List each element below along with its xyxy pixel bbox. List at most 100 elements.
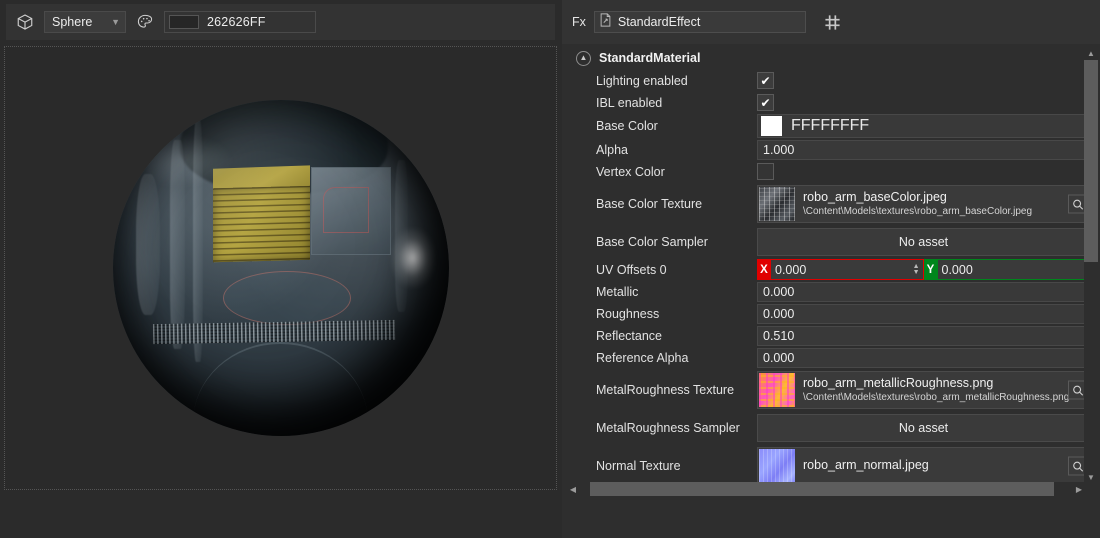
no-asset-slot[interactable]: No asset [757, 228, 1090, 256]
property-control: robo_arm_baseColor.jpeg\Content\Models\t… [757, 185, 1090, 223]
property-control: ✔ [757, 94, 1090, 111]
material-editor-window: Sphere ▼ 262626FF [0, 0, 1100, 538]
checkbox[interactable]: ✔ [757, 94, 774, 111]
horizontal-scrollbar[interactable]: ◀ ▶ [566, 482, 1086, 496]
numeric-field[interactable]: 0.510 [757, 326, 1090, 346]
palette-icon[interactable] [134, 11, 156, 33]
property-label: Reference Alpha [572, 351, 757, 365]
property-control: robo_arm_metallicRoughness.png\Content\M… [757, 371, 1090, 409]
vector-x-cell[interactable]: X0.000▲▼ [757, 259, 924, 280]
preview-sphere [113, 100, 449, 436]
property-control: ✔ [757, 72, 1090, 89]
cube-icon [14, 11, 36, 33]
vector-y-input[interactable]: 0.000 [938, 259, 1091, 280]
property-control: 0.000 [757, 282, 1090, 302]
numeric-field[interactable]: 1.000 [757, 140, 1090, 160]
property-label: MetalRoughness Sampler [572, 421, 757, 435]
chevron-up-icon[interactable]: ▲ [576, 51, 591, 66]
checkbox[interactable] [757, 163, 774, 180]
property-control: X0.000▲▼Y0.000 [757, 259, 1090, 280]
property-row: Reflectance0.510 [572, 325, 1090, 346]
asset-thumbnail [759, 449, 795, 483]
chevron-down-icon[interactable]: ▼ [1084, 470, 1098, 484]
property-row: Alpha1.000 [572, 139, 1090, 160]
chevron-left-icon[interactable]: ◀ [566, 482, 580, 496]
asset-path: \Content\Models\textures\robo_arm_baseCo… [803, 206, 1032, 219]
spinner-arrows-icon[interactable]: ▲▼ [913, 264, 920, 276]
material-group-header[interactable]: ▲ StandardMaterial [572, 46, 1090, 70]
property-label: Vertex Color [572, 165, 757, 179]
grid-icon[interactable] [822, 11, 844, 33]
3d-preview-viewport[interactable] [4, 46, 557, 490]
chevron-down-icon: ▼ [111, 18, 120, 27]
property-control: No asset [757, 228, 1090, 256]
asset-slot[interactable]: robo_arm_normal.jpeg [757, 447, 1090, 484]
property-control: 0.000 [757, 304, 1090, 324]
asset-name: robo_arm_metallicRoughness.png [803, 376, 1069, 392]
vector-y-cell[interactable]: Y0.000 [924, 259, 1091, 280]
property-label: Roughness [572, 307, 757, 321]
property-list[interactable]: ▲ StandardMaterial Lighting enabled✔IBL … [572, 46, 1090, 484]
property-row: UV Offsets 0X0.000▲▼Y0.000 [572, 259, 1090, 280]
property-control: robo_arm_normal.jpeg [757, 447, 1090, 484]
numeric-field[interactable]: 0.000 [757, 304, 1090, 324]
asset-name: robo_arm_baseColor.jpeg [803, 190, 1032, 206]
numeric-field[interactable]: 0.000 [757, 348, 1090, 368]
mesh-select[interactable]: Sphere ▼ [44, 11, 126, 33]
vertical-scroll-track[interactable] [1084, 60, 1098, 470]
property-label: IBL enabled [572, 96, 757, 110]
axis-y-badge: Y [924, 259, 938, 280]
checkbox[interactable]: ✔ [757, 72, 774, 89]
property-control: 0.000 [757, 348, 1090, 368]
property-label: Metallic [572, 285, 757, 299]
property-label: Normal Texture [572, 459, 757, 473]
asset-thumbnail [759, 187, 795, 221]
asset-name: robo_arm_normal.jpeg [803, 458, 929, 474]
vertical-scroll-thumb[interactable] [1084, 60, 1098, 262]
asset-thumbnail [759, 373, 795, 407]
property-row: Metallic0.000 [572, 281, 1090, 302]
property-label: MetalRoughness Texture [572, 383, 757, 397]
color-swatch[interactable] [761, 116, 782, 136]
property-label: Alpha [572, 143, 757, 157]
asset-path: \Content\Models\textures\robo_arm_metall… [803, 392, 1069, 405]
property-row: Base ColorFFFFFFFF [572, 114, 1090, 138]
property-row: Roughness0.000 [572, 303, 1090, 324]
background-color-hex: 262626FF [207, 15, 266, 29]
preview-pane: Sphere ▼ 262626FF [0, 0, 562, 538]
property-row: Base Color SamplerNo asset [572, 226, 1090, 258]
property-control: No asset [757, 414, 1090, 442]
property-control: 1.000 [757, 140, 1090, 160]
property-row: MetalRoughness SamplerNo asset [572, 412, 1090, 444]
property-label: Reflectance [572, 329, 757, 343]
viewport-toolbar: Sphere ▼ 262626FF [6, 4, 555, 40]
property-row: Lighting enabled✔ [572, 70, 1090, 91]
horizontal-scroll-thumb[interactable] [590, 482, 1054, 496]
vertical-scrollbar[interactable]: ▲ ▼ [1084, 46, 1098, 484]
property-row: Reference Alpha0.000 [572, 347, 1090, 368]
property-row: IBL enabled✔ [572, 92, 1090, 113]
property-row: Base Color Texturerobo_arm_baseColor.jpe… [572, 183, 1090, 225]
color-field[interactable]: FFFFFFFF [757, 114, 1090, 138]
chevron-right-icon[interactable]: ▶ [1072, 482, 1086, 496]
chevron-up-icon[interactable]: ▲ [1084, 46, 1098, 60]
vector-x-input[interactable]: 0.000 [771, 259, 924, 280]
vector2-field: X0.000▲▼Y0.000 [757, 259, 1090, 280]
effect-name: StandardEffect [618, 15, 700, 29]
horizontal-scroll-track[interactable] [580, 482, 1072, 496]
no-asset-slot[interactable]: No asset [757, 414, 1090, 442]
asset-slot[interactable]: robo_arm_metallicRoughness.png\Content\M… [757, 371, 1090, 409]
effect-bar: Fx StandardEffect [562, 0, 1100, 44]
fx-label: Fx [572, 15, 586, 29]
background-color-field[interactable]: 262626FF [164, 11, 316, 33]
axis-x-badge: X [757, 259, 771, 280]
property-control: 0.510 [757, 326, 1090, 346]
property-control: FFFFFFFF [757, 114, 1090, 138]
property-label: Base Color [572, 119, 757, 133]
effect-field[interactable]: StandardEffect [594, 11, 806, 33]
asset-slot[interactable]: robo_arm_baseColor.jpeg\Content\Models\t… [757, 185, 1090, 223]
property-label: UV Offsets 0 [572, 263, 757, 277]
property-row: MetalRoughness Texturerobo_arm_metallicR… [572, 369, 1090, 411]
background-color-swatch[interactable] [169, 15, 199, 29]
numeric-field[interactable]: 0.000 [757, 282, 1090, 302]
